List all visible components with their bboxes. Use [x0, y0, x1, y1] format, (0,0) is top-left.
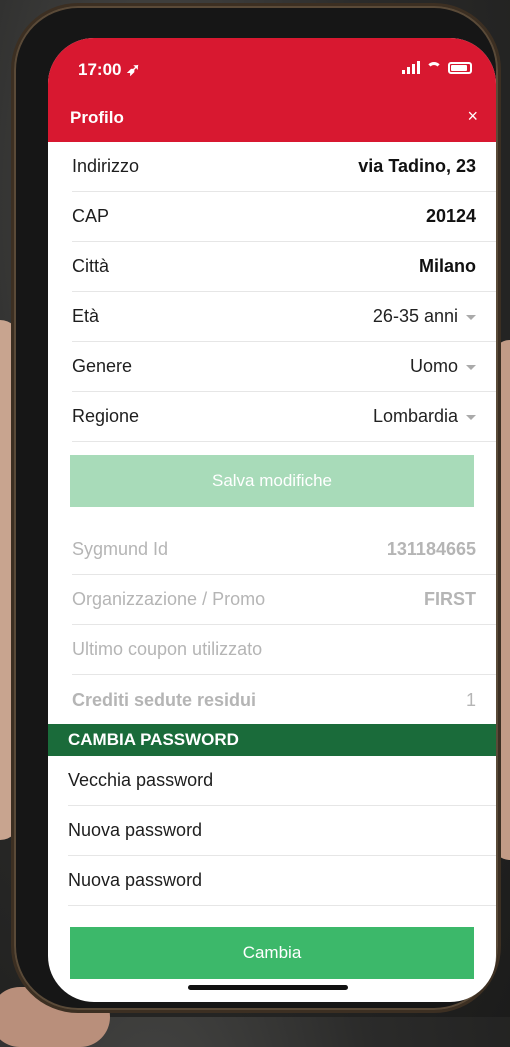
section-header: CAMBIA PASSWORD	[48, 724, 496, 756]
field-label: Nuova password	[68, 870, 203, 890]
confirm-password-field[interactable]: Nuova password	[68, 856, 496, 906]
chevron-down-icon	[466, 414, 476, 420]
info-row: Organizzazione / Promo FIRST	[72, 575, 496, 625]
info-row: Ultimo coupon utilizzato	[72, 625, 496, 675]
field-citta[interactable]: Città Milano	[72, 242, 496, 292]
select-value: 26-35 anni	[373, 306, 476, 327]
field-label: Città	[72, 256, 110, 276]
change-password-button[interactable]: Cambia	[70, 927, 474, 979]
field-label: Indirizzo	[72, 156, 140, 176]
field-label: Regione	[72, 406, 140, 426]
phone-screen: 17:00 ➶ Profilo × Indirizzo via Tadino, …	[48, 38, 496, 1002]
info-label: Organizzazione / Promo	[72, 589, 266, 609]
status-time: 17:00 ➶	[78, 60, 141, 79]
profile-fields: Indirizzo via Tadino, 23 CAP 20124 Città…	[48, 142, 496, 442]
field-label: Nuova password	[68, 820, 203, 840]
select-genere[interactable]: Genere Uomo	[72, 342, 496, 392]
info-value: 131184665	[386, 539, 476, 559]
chevron-down-icon	[466, 364, 476, 370]
close-icon[interactable]: ×	[467, 106, 478, 127]
chevron-down-icon	[466, 314, 476, 320]
account-info: Sygmund Id 131184665 Organizzazione / Pr…	[48, 525, 496, 725]
app-header: 17:00 ➶ Profilo ×	[48, 38, 496, 142]
field-label: Età	[72, 306, 100, 326]
status-icons	[402, 60, 472, 74]
battery-icon	[448, 62, 472, 74]
field-value: via Tadino, 23	[358, 156, 476, 176]
info-value: 1	[465, 689, 476, 710]
select-eta[interactable]: Età 26-35 anni	[72, 292, 496, 342]
field-cap[interactable]: CAP 20124	[72, 192, 496, 242]
info-value: FIRST	[424, 589, 476, 609]
field-label: Vecchia password	[68, 770, 214, 790]
password-fields: Vecchia password Nuova password Nuova pa…	[48, 756, 496, 906]
info-row: Crediti sedute residui 1	[72, 675, 496, 725]
field-label: CAP	[72, 206, 110, 226]
page-title: Profilo	[70, 108, 124, 127]
info-label: Ultimo coupon utilizzato	[72, 639, 263, 659]
new-password-field[interactable]: Nuova password	[68, 806, 496, 856]
old-password-field[interactable]: Vecchia password	[68, 756, 496, 806]
wifi-icon	[426, 62, 442, 74]
select-value: Uomo	[410, 356, 476, 377]
select-value: Lombardia	[373, 406, 476, 427]
field-indirizzo[interactable]: Indirizzo via Tadino, 23	[72, 142, 496, 192]
select-regione[interactable]: Regione Lombardia	[72, 392, 496, 442]
info-label: Sygmund Id	[72, 539, 169, 559]
info-row: Sygmund Id 131184665	[72, 525, 496, 575]
home-indicator	[188, 985, 348, 990]
info-label: Crediti sedute residui	[72, 689, 257, 710]
save-button[interactable]: Salva modifiche	[70, 455, 474, 507]
field-value: 20124	[425, 206, 476, 226]
phone-frame: 17:00 ➶ Profilo × Indirizzo via Tadino, …	[14, 6, 498, 1010]
field-value: Milano	[419, 256, 476, 276]
field-label: Genere	[72, 356, 133, 376]
signal-icon	[402, 60, 420, 74]
